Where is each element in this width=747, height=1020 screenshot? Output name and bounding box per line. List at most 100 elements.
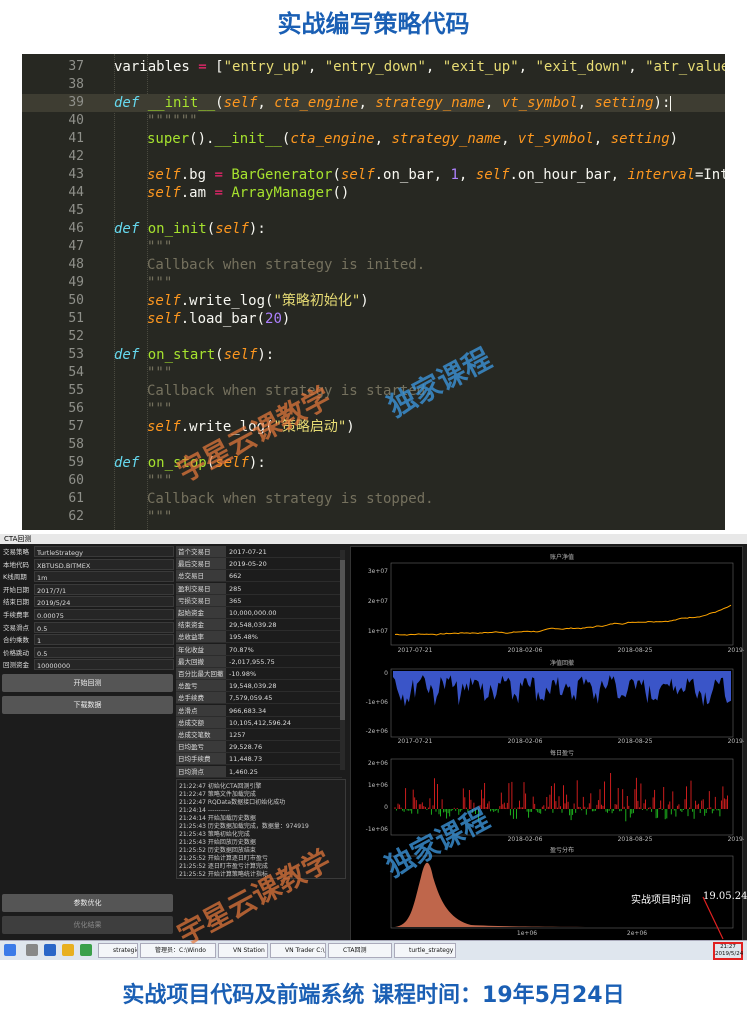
system-clock[interactable]: 21:27 2019/5/24 [713,942,743,960]
stats-scrollbar[interactable] [340,550,345,770]
code-text: """ [147,275,173,291]
taskbar-item[interactable]: VN Station [218,943,268,958]
stat-key: 总交易日 [176,570,226,582]
form-label: 价格跳动 [3,648,29,657]
code-line[interactable]: 42 [22,148,725,166]
code-line[interactable]: 54 """ [22,364,725,382]
log-entry: 21:24:14 开始加载历史数据 [179,815,256,822]
form-field[interactable]: 0.5 [34,646,174,658]
code-line[interactable]: 47 """ [22,238,725,256]
form-row: 合约乘数 1 [2,634,174,646]
code-line[interactable]: 55 Callback when strategy is started. [22,382,725,400]
code-text: super().__init__(cta_engine, strategy_na… [147,131,679,147]
app-icon[interactable] [80,944,92,956]
form-field[interactable]: 0.00075 [34,609,174,620]
taskbar-item[interactable]: VN Trader C:\Us [270,943,326,958]
code-line[interactable]: 46 def on_init(self): [22,220,725,238]
y-tick-label: -1e+06 [366,699,389,706]
y-tick-label: 0 [384,804,388,811]
form-field[interactable]: 1m [34,571,174,583]
stat-key: 总盈亏 [176,680,226,692]
cta-backtest-window: CTA回测 交易策略 TurtleStrategy 本地代码 XBTUSD.BITME… [0,534,747,960]
explorer-icon[interactable] [44,944,56,956]
code-line[interactable]: 40 """""" [22,112,725,130]
start-icon[interactable] [4,944,16,956]
code-line[interactable]: 45 [22,202,725,220]
stat-value: 2017-07-21 [229,548,267,556]
code-line[interactable]: 51 self.load_bar(20) [22,310,725,328]
start-backtest-button[interactable]: 开始回测 [2,674,173,692]
form-label: 回测资金 [3,661,29,670]
annotation-arrow [702,896,724,940]
code-line[interactable]: 50 self.write_log("策略初始化") [22,292,725,310]
code-line[interactable]: 58 [22,436,725,454]
code-text: """ [147,365,173,381]
taskbar-item[interactable]: turtle_strategy [394,943,456,958]
line-number: 61 [68,491,84,506]
line-number: 43 [68,167,84,182]
form-field[interactable]: XBTUSD.BITMEX [34,558,174,570]
code-line[interactable]: 60 """ [22,472,725,490]
stat-row: 首个交易日 2017-07-21 [176,546,342,558]
download-data-button[interactable]: 下载数据 [2,696,173,714]
form-field[interactable]: TurtleStrategy [34,546,174,557]
form-field[interactable]: 2019/5/24 [34,596,174,608]
code-text: """""" [147,113,198,129]
stat-row: 结束资金 29,548,039.28 [176,619,342,632]
optimize-result-button[interactable]: 优化结果 [2,916,173,934]
code-line[interactable]: 38 [22,76,725,94]
taskbar-item[interactable]: strategies [98,943,138,958]
stat-key: 总手续费 [176,692,226,704]
code-line[interactable]: 49 """ [22,274,725,292]
code-line[interactable]: 59 def on_stop(self): [22,454,725,472]
code-line[interactable]: 61 Callback when strategy is stopped. [22,490,725,508]
line-number: 50 [68,293,84,308]
param-optimize-button[interactable]: 参数优化 [2,894,173,912]
scrollbar-thumb[interactable] [340,560,345,720]
code-text: def on_start(self): [114,347,275,363]
line-number: 38 [68,77,84,92]
code-line[interactable]: 37 variables = ["entry_up", "entry_down",… [22,58,725,76]
stat-value: 29,528.76 [229,743,263,752]
taskbar-item[interactable]: 管理员：C:\Windo [140,943,216,958]
line-number: 45 [68,203,84,218]
code-line[interactable]: 44 self.am = ArrayManager() [22,184,725,202]
x-tick-label: 2018-08-25 [618,836,653,843]
stat-row: 日均盈亏 29,528.76 [176,741,342,754]
bottom-title: 实战项目代码及前端系统 课程时间：19年5月24日 [122,983,625,1008]
stat-value: -2,017,955.75 [229,657,275,666]
stat-key: 年化收益 [176,643,226,655]
form-field[interactable]: 2017/7/1 [34,583,174,595]
page: 实战编写策略代码 37 variables = ["entry_up", "ent… [0,0,747,1020]
code-line[interactable]: 57 self.write_log("策略启动") [22,418,725,436]
line-number: 62 [68,509,84,524]
x-tick-label: 2018-02-06 [508,738,543,745]
code-line[interactable]: 56 """ [22,400,725,418]
code-editor[interactable]: 37 variables = ["entry_up", "entry_down",… [22,54,725,530]
users-icon[interactable] [26,944,38,956]
log-entry: 21:25:43 策略初始化完成 [179,831,250,838]
code-line[interactable]: 53 def on_start(self): [22,346,725,364]
code-line[interactable]: 41 super().__init__(cta_engine, strategy_… [22,130,725,148]
form-field[interactable]: 10000000 [34,659,174,671]
taskbar-item[interactable]: CTA回测 [328,943,392,958]
code-line[interactable]: 52 [22,328,725,346]
form-field[interactable]: 0.5 [34,621,174,633]
chart-title: 盈亏分布 [550,846,574,854]
code-line[interactable]: 43 self.bg = BarGenerator(self.on_bar, 1,… [22,166,725,184]
annotation-label: 实战项目时间 [631,895,691,906]
stat-row: 总成交笔数 1257 [176,729,342,741]
stat-key: 起始资金 [176,607,226,618]
code-line[interactable]: 48 Callback when strategy is inited. [22,256,725,274]
code-text: """ [147,239,173,255]
stat-row: 日均滑点 1,460.25 [176,765,342,778]
code-line[interactable]: 39 def __init__(self, cta_engine, strateg… [22,94,725,112]
stat-key: 亏损交易日 [176,594,226,606]
x-tick-label: 2017-07-21 [398,647,433,654]
windows-taskbar: strategies管理员：C:\WindoVN StationVN Trade… [0,940,747,960]
code-text: """ [147,509,173,525]
chrome-icon[interactable] [62,944,74,956]
form-field[interactable]: 1 [34,634,174,646]
code-line[interactable]: 62 """ [22,508,725,526]
stat-row: 总收益率 195.48% [176,631,342,644]
